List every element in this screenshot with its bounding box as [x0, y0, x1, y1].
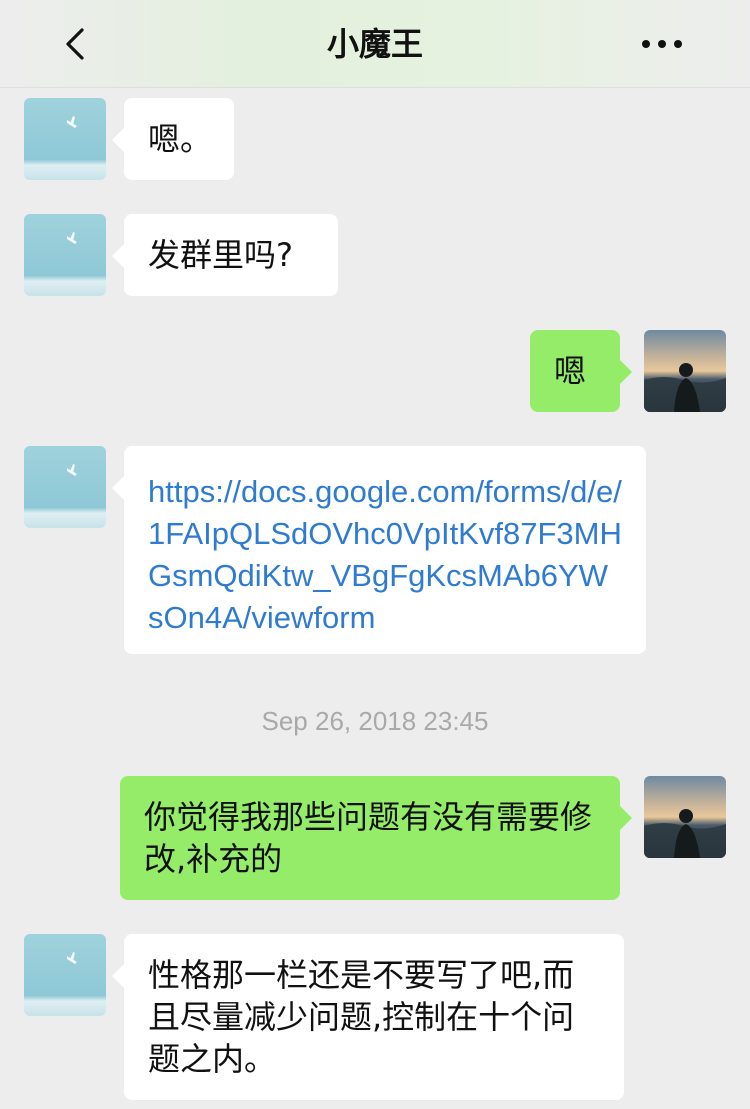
message-text: 性格那一栏还是不要写了吧,而且尽量减少问题,控制在十个问题之内。	[148, 956, 575, 1078]
message-bubble[interactable]: https://docs.google.com/forms/d/e/1FAIpQ…	[112, 446, 646, 654]
contact-avatar[interactable]	[24, 446, 106, 528]
form-link[interactable]: https://docs.google.com/forms/d/e/1FAIpQ…	[148, 474, 622, 635]
person-sunset-avatar-icon	[644, 776, 726, 858]
message-text: 嗯	[554, 352, 587, 390]
message-bubble[interactable]: 你觉得我那些问题有没有需要修改,补充的	[120, 776, 632, 900]
message-text: 你觉得我那些问题有没有需要修改,补充的	[144, 798, 593, 878]
person-sunset-avatar-icon	[644, 330, 726, 412]
message-timestamp: Sep 26, 2018 23:45	[261, 706, 489, 736]
chat-header: 小魔王	[0, 0, 750, 88]
message-bubble[interactable]: 发群里吗?	[112, 214, 338, 296]
more-button[interactable]	[636, 26, 688, 62]
message-bubble[interactable]: 性格那一栏还是不要写了吧,而且尽量减少问题,控制在十个问题之内。	[112, 934, 624, 1100]
contact-avatar[interactable]	[24, 98, 106, 180]
more-dots-icon	[642, 40, 682, 48]
message-bubble[interactable]: 嗯	[530, 330, 632, 412]
airplane-sky-avatar-icon	[24, 934, 106, 1016]
airplane-sky-avatar-icon	[24, 98, 106, 180]
message-text: 嗯。	[148, 120, 213, 158]
contact-avatar[interactable]	[24, 934, 106, 1016]
user-avatar[interactable]	[644, 776, 726, 858]
message-text: 发群里吗?	[148, 236, 293, 274]
airplane-sky-avatar-icon	[24, 446, 106, 528]
user-avatar[interactable]	[644, 330, 726, 412]
message-bubble[interactable]: 嗯。	[112, 98, 234, 180]
chat-screen: 小魔王 嗯。 发群里吗? 嗯 https://docs.google.com/f…	[0, 0, 750, 1109]
airplane-sky-avatar-icon	[24, 214, 106, 296]
contact-avatar[interactable]	[24, 214, 106, 296]
